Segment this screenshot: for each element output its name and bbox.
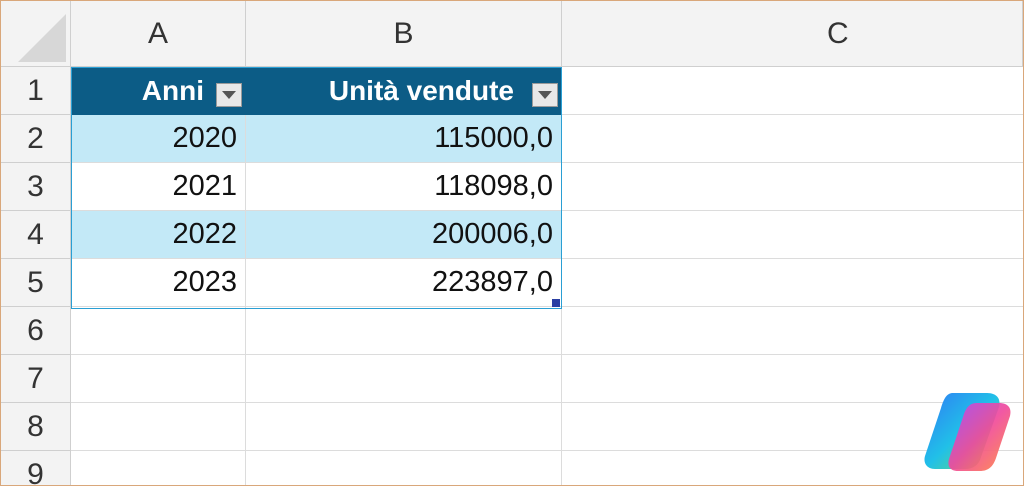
table-header-unita-vendute[interactable]: Unità vendute xyxy=(246,67,562,115)
dropdown-filter-icon[interactable] xyxy=(216,83,242,107)
cell-value: 2020 xyxy=(172,122,237,154)
cell-value: 115000,0 xyxy=(434,122,553,154)
select-all-corner[interactable] xyxy=(1,1,71,67)
row-header-2[interactable]: 2 xyxy=(1,115,71,163)
cell-b8[interactable] xyxy=(246,403,562,451)
cell-b7[interactable] xyxy=(246,355,562,403)
cell-value: 2021 xyxy=(172,170,237,202)
row-header-9[interactable]: 9 xyxy=(1,451,71,486)
cell-value: 118098,0 xyxy=(434,170,553,202)
cell-c4[interactable] xyxy=(562,211,1023,259)
table-resize-handle[interactable] xyxy=(552,299,560,307)
cell-b4[interactable]: 200006,0 xyxy=(246,211,562,259)
column-header-label: A xyxy=(147,16,168,50)
cell-a9[interactable] xyxy=(71,451,246,485)
cell-a6[interactable] xyxy=(71,307,246,355)
table-header-label: Anni xyxy=(141,75,204,106)
cell-a2[interactable]: 2020 xyxy=(71,115,246,163)
cell-a3[interactable]: 2021 xyxy=(71,163,246,211)
row-header-6[interactable]: 6 xyxy=(1,307,71,355)
cell-c5[interactable] xyxy=(562,259,1023,307)
cell-c6[interactable] xyxy=(562,307,1023,355)
row-header-label: 9 xyxy=(27,457,44,486)
row-header-label: 1 xyxy=(27,73,44,107)
table-header-anni[interactable]: Anni xyxy=(71,67,246,115)
column-header-label: B xyxy=(393,16,414,50)
row-header-label: 5 xyxy=(27,265,44,299)
cell-b5[interactable]: 223897,0 xyxy=(246,259,562,307)
row-header-label: 7 xyxy=(27,361,44,395)
cell-c1[interactable] xyxy=(562,67,1023,115)
cell-value: 200006,0 xyxy=(432,218,553,250)
row-header-4[interactable]: 4 xyxy=(1,211,71,259)
cell-b6[interactable] xyxy=(246,307,562,355)
select-all-triangle-icon xyxy=(18,14,66,62)
spreadsheet-grid: A B C 1 2 3 4 5 6 7 8 9 Anni Unità vendu… xyxy=(1,1,1023,485)
dropdown-filter-icon[interactable] xyxy=(532,83,558,107)
cell-a4[interactable]: 2022 xyxy=(71,211,246,259)
row-header-label: 2 xyxy=(27,121,44,155)
row-header-label: 8 xyxy=(27,409,44,443)
cell-value: 223897,0 xyxy=(432,266,553,298)
copilot-logo-icon[interactable] xyxy=(923,389,1013,473)
cell-a8[interactable] xyxy=(71,403,246,451)
cell-b9[interactable] xyxy=(246,451,562,485)
table-header-label: Unità vendute xyxy=(328,75,514,106)
cell-b2[interactable]: 115000,0 xyxy=(246,115,562,163)
column-header-label: C xyxy=(827,16,849,50)
cell-c2[interactable] xyxy=(562,115,1023,163)
column-header-b[interactable]: B xyxy=(246,1,562,67)
row-header-label: 4 xyxy=(27,217,44,251)
row-header-5[interactable]: 5 xyxy=(1,259,71,307)
column-header-c[interactable]: C xyxy=(562,1,1023,67)
cell-c3[interactable] xyxy=(562,163,1023,211)
cell-b3[interactable]: 118098,0 xyxy=(246,163,562,211)
row-header-3[interactable]: 3 xyxy=(1,163,71,211)
row-header-1[interactable]: 1 xyxy=(1,67,71,115)
cell-a7[interactable] xyxy=(71,355,246,403)
cell-value: 2022 xyxy=(172,218,237,250)
row-header-8[interactable]: 8 xyxy=(1,403,71,451)
column-header-a[interactable]: A xyxy=(71,1,246,67)
spreadsheet-window: A B C 1 2 3 4 5 6 7 8 9 Anni Unità vendu… xyxy=(0,0,1024,486)
row-header-label: 6 xyxy=(27,313,44,347)
cell-a5[interactable]: 2023 xyxy=(71,259,246,307)
row-header-7[interactable]: 7 xyxy=(1,355,71,403)
cell-value: 2023 xyxy=(172,266,237,298)
row-header-label: 3 xyxy=(27,169,44,203)
